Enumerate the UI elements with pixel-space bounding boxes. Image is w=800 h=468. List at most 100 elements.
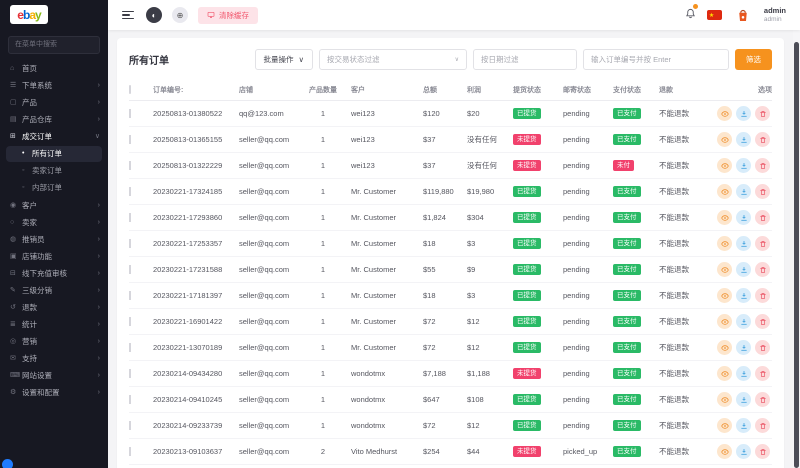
delete-button[interactable] [755, 210, 770, 225]
sidebar-item-7[interactable]: ◍ 推销员 › [0, 231, 108, 248]
row-checkbox[interactable] [129, 109, 131, 118]
row-checkbox[interactable] [129, 317, 131, 326]
row-checkbox[interactable] [129, 369, 131, 378]
delete-button[interactable] [755, 418, 770, 433]
sidebar-search-input[interactable] [8, 35, 100, 54]
scrollbar-thumb[interactable] [794, 42, 799, 468]
delete-button[interactable] [755, 132, 770, 147]
view-button[interactable] [717, 236, 732, 251]
row-checkbox[interactable] [129, 187, 131, 196]
page-scrollbar[interactable] [793, 0, 800, 468]
sidebar-item-13[interactable]: ◎ 营销 › [0, 333, 108, 350]
select-all-checkbox[interactable] [129, 85, 131, 94]
language-globe-icon[interactable]: ⊕ [172, 7, 188, 23]
delete-button[interactable] [755, 106, 770, 121]
view-button[interactable] [717, 210, 732, 225]
order-number-cell: 20230214-09410245 [153, 395, 223, 404]
sidebar-item-9[interactable]: ⊟ 线下充值审核 › [0, 265, 108, 282]
user-menu[interactable]: admin admin [764, 7, 786, 23]
download-button[interactable] [736, 288, 751, 303]
row-checkbox[interactable] [129, 265, 131, 274]
row-checkbox[interactable] [129, 421, 131, 430]
sidebar-item-14[interactable]: ✉ 支持 › [0, 350, 108, 367]
row-checkbox[interactable] [129, 135, 131, 144]
download-button[interactable] [736, 132, 751, 147]
view-button[interactable] [717, 262, 732, 277]
column-header: 提货状态 [513, 86, 541, 94]
download-button[interactable] [736, 236, 751, 251]
sidebar-item-1[interactable]: ☰ 下单系统 › [0, 77, 108, 94]
avatar[interactable] [732, 5, 753, 25]
sidebar-item-16[interactable]: ⚙ 设置和配置 › [0, 384, 108, 401]
row-checkbox[interactable] [129, 161, 131, 170]
row-checkbox[interactable] [129, 395, 131, 404]
delete-button[interactable] [755, 392, 770, 407]
view-button[interactable] [717, 340, 732, 355]
view-button[interactable] [717, 132, 732, 147]
download-button[interactable] [736, 366, 751, 381]
bulk-actions-button[interactable]: 批量操作 ∨ [254, 49, 313, 70]
delete-button[interactable] [755, 314, 770, 329]
ebay-logo[interactable]: ebay [10, 5, 48, 24]
row-checkbox[interactable] [129, 291, 131, 300]
sidebar-item-15[interactable]: ⌨ 网站设置 › [0, 367, 108, 384]
sidebar-subitem[interactable]: ◦ 内部订单 [6, 180, 102, 196]
view-button[interactable] [717, 106, 732, 121]
download-button[interactable] [736, 418, 751, 433]
sidebar-item-6[interactable]: ○ 卖家 › [0, 214, 108, 231]
download-button[interactable] [736, 184, 751, 199]
delete-button[interactable] [755, 236, 770, 251]
download-button[interactable] [736, 444, 751, 459]
row-checkbox-cell [129, 213, 153, 222]
view-button[interactable] [717, 418, 732, 433]
row-checkbox[interactable] [129, 239, 131, 248]
sidebar-item-2[interactable]: ▢ 产品 › [0, 94, 108, 111]
row-checkbox[interactable] [129, 447, 131, 456]
delete-button[interactable] [755, 340, 770, 355]
view-button[interactable] [717, 158, 732, 173]
sidebar-item-8[interactable]: ▣ 店铺功能 › [0, 248, 108, 265]
sidebar-item-0[interactable]: ⌂ 首页 [0, 60, 108, 77]
view-button[interactable] [717, 314, 732, 329]
sidebar-item-5[interactable]: ◉ 客户 › [0, 197, 108, 214]
sidebar-subitem[interactable]: • 所有订单 [6, 145, 102, 162]
sidebar-item-4[interactable]: ⊞ 成交订单 ∨ [0, 128, 108, 145]
sidebar-subitem[interactable]: ◦ 卖家订单 [6, 163, 102, 179]
download-button[interactable] [736, 392, 751, 407]
sidebar-item-11[interactable]: ↺ 退款 › [0, 299, 108, 316]
dark-mode-toggle-icon[interactable]: ◐ [146, 7, 162, 23]
sidebar-item-3[interactable]: ▤ 产品仓库 › [0, 111, 108, 128]
row-checkbox[interactable] [129, 343, 131, 352]
delete-button[interactable] [755, 366, 770, 381]
date-filter-input[interactable] [473, 49, 577, 70]
view-button[interactable] [717, 184, 732, 199]
sidebar-item-12[interactable]: ≣ 统计 › [0, 316, 108, 333]
profit-cell: $12 [467, 343, 480, 352]
download-button[interactable] [736, 314, 751, 329]
hamburger-menu-icon[interactable] [122, 8, 134, 21]
view-button[interactable] [717, 288, 732, 303]
clear-cache-button[interactable]: 清除缓存 [198, 6, 258, 24]
language-flag-icon[interactable]: ★ [706, 10, 722, 20]
order-number-input[interactable] [583, 49, 729, 70]
download-button[interactable] [736, 340, 751, 355]
delete-button[interactable] [755, 184, 770, 199]
view-button[interactable] [717, 444, 732, 459]
filter-button[interactable]: 筛选 [735, 49, 772, 70]
product-qty-cell: 1 [320, 239, 326, 248]
download-button[interactable] [736, 210, 751, 225]
sidebar-item-10[interactable]: ✎ 三级分销 › [0, 282, 108, 299]
delete-button[interactable] [755, 444, 770, 459]
notification-bell-icon[interactable] [685, 4, 698, 24]
row-checkbox[interactable] [129, 213, 131, 222]
download-button[interactable] [736, 262, 751, 277]
delete-button[interactable] [755, 262, 770, 277]
delete-button[interactable] [755, 158, 770, 173]
view-button[interactable] [717, 366, 732, 381]
view-button[interactable] [717, 392, 732, 407]
transaction-status-select[interactable]: 按交易状态过滤 ∨ [319, 49, 467, 70]
delete-button[interactable] [755, 288, 770, 303]
download-button[interactable] [736, 106, 751, 121]
download-button[interactable] [736, 158, 751, 173]
chat-bubble-icon[interactable] [2, 459, 13, 468]
